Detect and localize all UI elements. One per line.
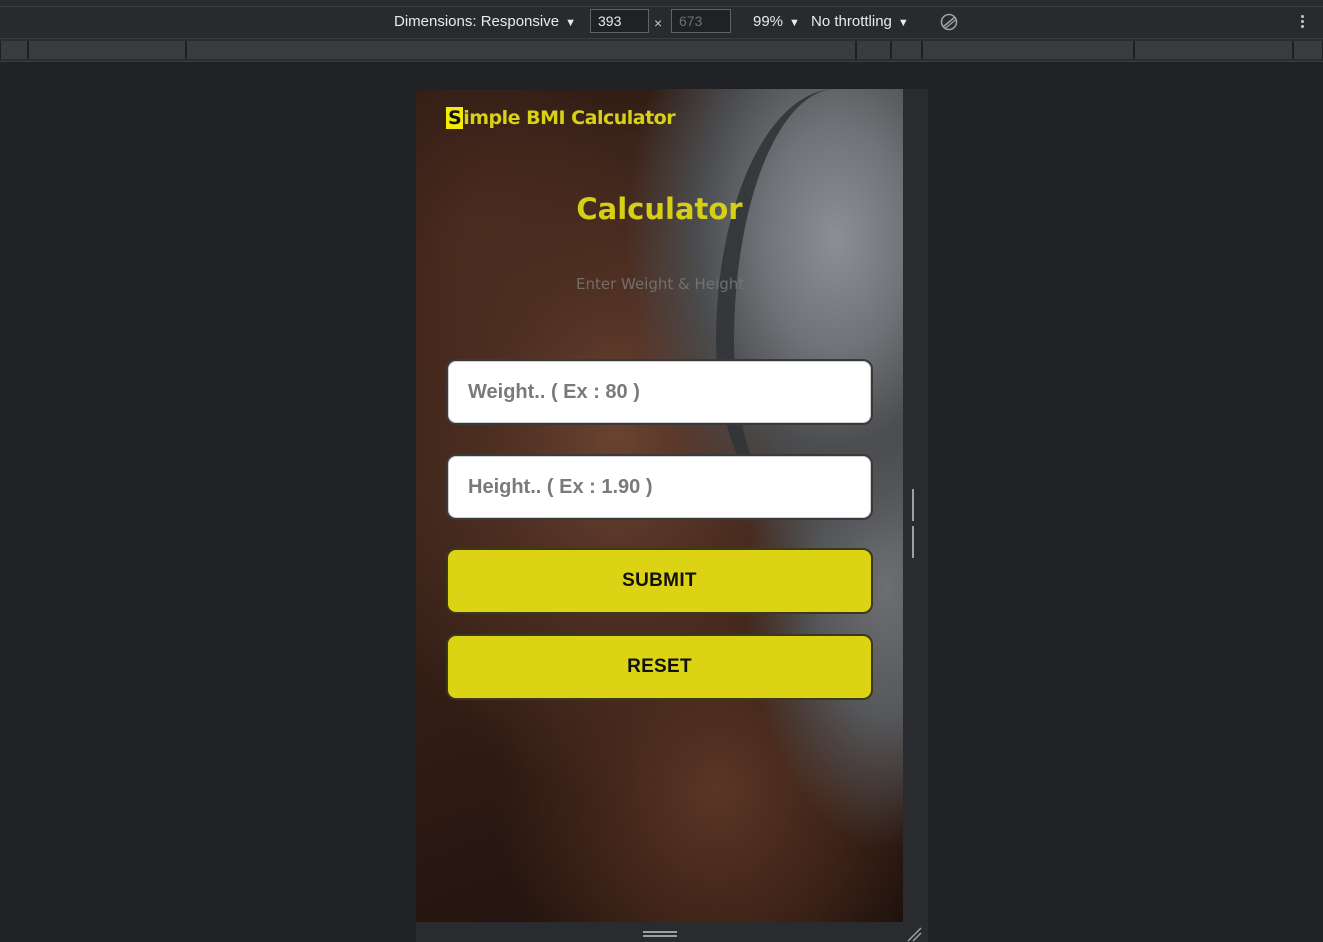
width-input[interactable]: 393 bbox=[590, 9, 649, 33]
background-photo bbox=[716, 89, 903, 509]
resize-corner-icon[interactable] bbox=[906, 926, 922, 942]
media-query-segment[interactable] bbox=[0, 41, 28, 59]
resize-handle-bottom[interactable] bbox=[643, 931, 677, 939]
media-query-segment[interactable] bbox=[1293, 41, 1323, 59]
height-input[interactable]: 673 bbox=[671, 9, 731, 33]
brand-logo[interactable]: Simple BMI Calculator bbox=[446, 107, 676, 129]
media-query-segment[interactable] bbox=[28, 41, 186, 59]
device-viewport: Simple BMI Calculator Calculator Enter W… bbox=[416, 89, 903, 922]
throttling-label: No throttling bbox=[811, 13, 892, 30]
times-icon: × bbox=[654, 15, 663, 31]
reset-button[interactable]: RESET bbox=[446, 634, 873, 700]
page-title: Calculator bbox=[416, 192, 903, 226]
dimensions-dropdown[interactable]: Dimensions: Responsive ▼ bbox=[394, 7, 576, 38]
more-options-icon[interactable] bbox=[1297, 13, 1307, 33]
zoom-dropdown[interactable]: 99% ▼ bbox=[753, 7, 800, 38]
chevron-down-icon: ▼ bbox=[565, 17, 576, 29]
page-subtitle: Enter Weight & Height bbox=[576, 275, 745, 293]
media-query-segment[interactable] bbox=[186, 41, 856, 59]
media-query-segment[interactable] bbox=[1134, 41, 1293, 59]
chevron-down-icon: ▼ bbox=[897, 17, 909, 29]
dimensions-label: Dimensions: Responsive bbox=[394, 13, 560, 30]
brand-name: imple BMI Calculator bbox=[463, 107, 676, 129]
devtools-top-edge bbox=[0, 0, 1323, 7]
device-toolbar: Dimensions: Responsive ▼ 393 × 673 99% ▼ N… bbox=[0, 7, 1323, 39]
zoom-label: 99% bbox=[753, 13, 784, 30]
throttling-dropdown[interactable]: No throttling ▼ bbox=[811, 7, 909, 38]
media-query-segment[interactable] bbox=[856, 41, 891, 59]
page-title-text: Calculator bbox=[576, 192, 743, 226]
media-query-segment[interactable] bbox=[922, 41, 1134, 59]
height-input[interactable]: Height.. ( Ex : 1.90 ) bbox=[446, 454, 873, 520]
brand-first-letter: S bbox=[446, 107, 464, 129]
chevron-down-icon: ▼ bbox=[789, 17, 800, 29]
media-query-ruler bbox=[0, 39, 1323, 62]
resize-handle-right[interactable] bbox=[912, 489, 918, 558]
weight-input[interactable]: Weight.. ( Ex : 80 ) bbox=[446, 359, 873, 425]
submit-button[interactable]: SUBMIT bbox=[446, 548, 873, 614]
rotate-icon[interactable] bbox=[939, 12, 959, 32]
media-query-segment[interactable] bbox=[891, 41, 922, 59]
